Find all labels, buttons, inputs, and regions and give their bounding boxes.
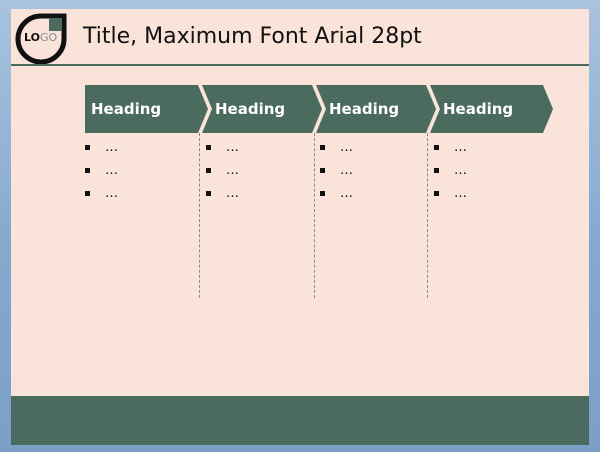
bullet-item[interactable]: … xyxy=(434,184,467,207)
square-bullet-icon xyxy=(434,145,439,150)
column-divider-2 xyxy=(314,133,315,298)
heading-label-4[interactable]: Heading xyxy=(443,85,513,133)
square-bullet-icon xyxy=(206,168,211,173)
bullet-item[interactable]: … xyxy=(206,161,239,184)
square-bullet-icon xyxy=(206,145,211,150)
column-divider-3 xyxy=(427,133,428,298)
bullet-text: … xyxy=(105,186,118,201)
slide: LOGO Title, Maximum Font Arial 28pt Head… xyxy=(11,9,589,445)
bullet-text: … xyxy=(454,163,467,178)
column-4-bullets: … … … xyxy=(434,138,467,207)
bullet-item[interactable]: … xyxy=(85,138,118,161)
square-bullet-icon xyxy=(206,191,211,196)
square-bullet-icon xyxy=(320,168,325,173)
column-2-bullets: … … … xyxy=(206,138,239,207)
heading-label-3[interactable]: Heading xyxy=(329,85,399,133)
bullet-item[interactable]: … xyxy=(320,184,353,207)
bullet-text: … xyxy=(454,186,467,201)
bullet-text: … xyxy=(454,140,467,155)
column-divider-1 xyxy=(199,133,200,298)
bullet-item[interactable]: … xyxy=(434,161,467,184)
bullet-item[interactable]: … xyxy=(206,138,239,161)
bullet-text: … xyxy=(226,140,239,155)
square-bullet-icon xyxy=(85,168,90,173)
bullet-item[interactable]: … xyxy=(320,161,353,184)
bullet-text: … xyxy=(105,140,118,155)
column-3-bullets: … … … xyxy=(320,138,353,207)
bullet-text: … xyxy=(226,186,239,201)
process-chevrons xyxy=(85,85,553,133)
bullet-item[interactable]: … xyxy=(434,138,467,161)
bullet-item[interactable]: … xyxy=(85,184,118,207)
bullet-text: … xyxy=(340,163,353,178)
footer-band xyxy=(11,396,589,445)
bullet-item[interactable]: … xyxy=(320,138,353,161)
bullet-text: … xyxy=(340,140,353,155)
square-bullet-icon xyxy=(434,168,439,173)
heading-label-2[interactable]: Heading xyxy=(215,85,285,133)
square-bullet-icon xyxy=(85,191,90,196)
bullet-text: … xyxy=(226,163,239,178)
column-1-bullets: … … … xyxy=(85,138,118,207)
square-bullet-icon xyxy=(85,145,90,150)
bullet-item[interactable]: … xyxy=(85,161,118,184)
bullet-text: … xyxy=(340,186,353,201)
square-bullet-icon xyxy=(320,145,325,150)
square-bullet-icon xyxy=(320,191,325,196)
bullet-text: … xyxy=(105,163,118,178)
square-bullet-icon xyxy=(434,191,439,196)
bullet-item[interactable]: … xyxy=(206,184,239,207)
heading-label-1[interactable]: Heading xyxy=(91,85,161,133)
